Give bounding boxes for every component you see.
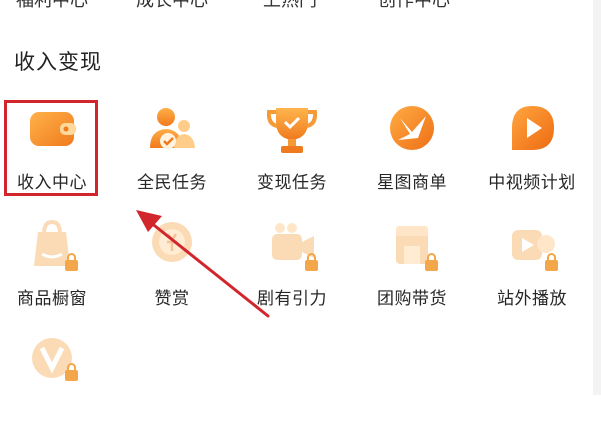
scrollbar-track[interactable] (593, 0, 601, 395)
annotation-arrow (136, 210, 270, 318)
